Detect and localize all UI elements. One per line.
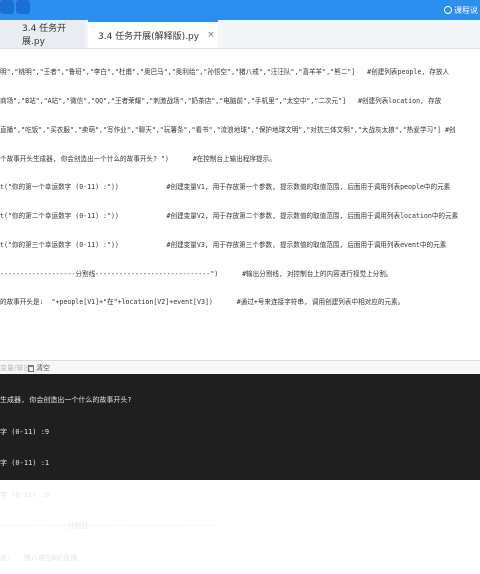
console-output[interactable]: 生成器, 你会创造出一个什么的故事开头? 字 (0-11) :9 字 (0-11… bbox=[0, 374, 480, 562]
code-line: -------------------分割线------------------… bbox=[0, 269, 393, 278]
window-control-icon[interactable] bbox=[0, 0, 14, 14]
course-icon bbox=[444, 6, 452, 14]
tab-bar: 3.4 任务开展.py 3.4 任务开展(解释版).py × bbox=[0, 20, 480, 49]
console-line: 是: 猪八戒在B站直播 bbox=[0, 553, 78, 562]
window-control-icon[interactable] bbox=[16, 0, 30, 14]
code-line: 直播","吃饭","买衣服","卖萌","写作业","聊天","玩薯条","看书… bbox=[0, 125, 456, 134]
code-line: 个故事开头生成器, 你会创造出一个什么的故事开头? ") #在控制台上输出程序提… bbox=[0, 154, 276, 163]
tab-task-explained-py[interactable]: 3.4 任务开展(解释版).py × bbox=[88, 20, 218, 48]
console-tab-label[interactable]: 变量/输出 bbox=[0, 363, 30, 373]
console-toolbar: 变量/输出 清空 bbox=[0, 361, 480, 374]
course-button[interactable]: 课程说 bbox=[444, 3, 478, 17]
code-line: t("你的第三个幸运数字 (0-11) :")) #创建变量V3, 用于存放第三… bbox=[0, 240, 447, 249]
close-icon[interactable]: × bbox=[207, 30, 215, 40]
console-line: 字 (0-11) :9 bbox=[0, 427, 50, 436]
console-line: 字 (0-11) :1 bbox=[0, 459, 50, 467]
code-line: t("你的第一个幸运数字 (0-11) :")) #创建变量V1, 用于存放第一… bbox=[0, 183, 451, 192]
console-line: 生成器, 你会创造出一个什么的故事开头? bbox=[0, 396, 132, 404]
tab-task-py[interactable]: 3.4 任务开展.py bbox=[0, 20, 85, 48]
tab-label: 3.4 任务开展.py bbox=[22, 24, 67, 47]
clear-label: 清空 bbox=[36, 364, 50, 372]
top-toolbar: 课程说 bbox=[0, 0, 480, 20]
console-line: ----------------分割线---------------------… bbox=[0, 522, 215, 530]
course-label: 课程说 bbox=[454, 5, 478, 15]
console-line: 字 (0-11) :0 bbox=[0, 490, 50, 499]
code-line: t("你的第二个幸运数字 (0-11) :")) #创建变量V2, 用于存放第二… bbox=[0, 212, 459, 221]
code-line: 明","桃明","王者","鲁班","李白","杜甫","奥巴马","奥利给",… bbox=[0, 68, 450, 77]
code-area[interactable]: 明","桃明","王者","鲁班","李白","杜甫","奥巴马","奥利给",… bbox=[0, 49, 458, 327]
trash-icon bbox=[28, 364, 34, 372]
tab-label: 3.4 任务开展(解释版).py bbox=[98, 31, 200, 42]
code-editor[interactable]: 明","桃明","王者","鲁班","李白","杜甫","奥巴马","奥利给",… bbox=[0, 49, 480, 360]
clear-button[interactable]: 清空 bbox=[28, 363, 50, 373]
code-line: 的故事开头是: "+people[V1]+"在"+location[V2]+ev… bbox=[0, 298, 405, 307]
code-line: 商场","B站","A站","微信","QQ","王者荣耀","刺激战场","奶… bbox=[0, 96, 442, 105]
